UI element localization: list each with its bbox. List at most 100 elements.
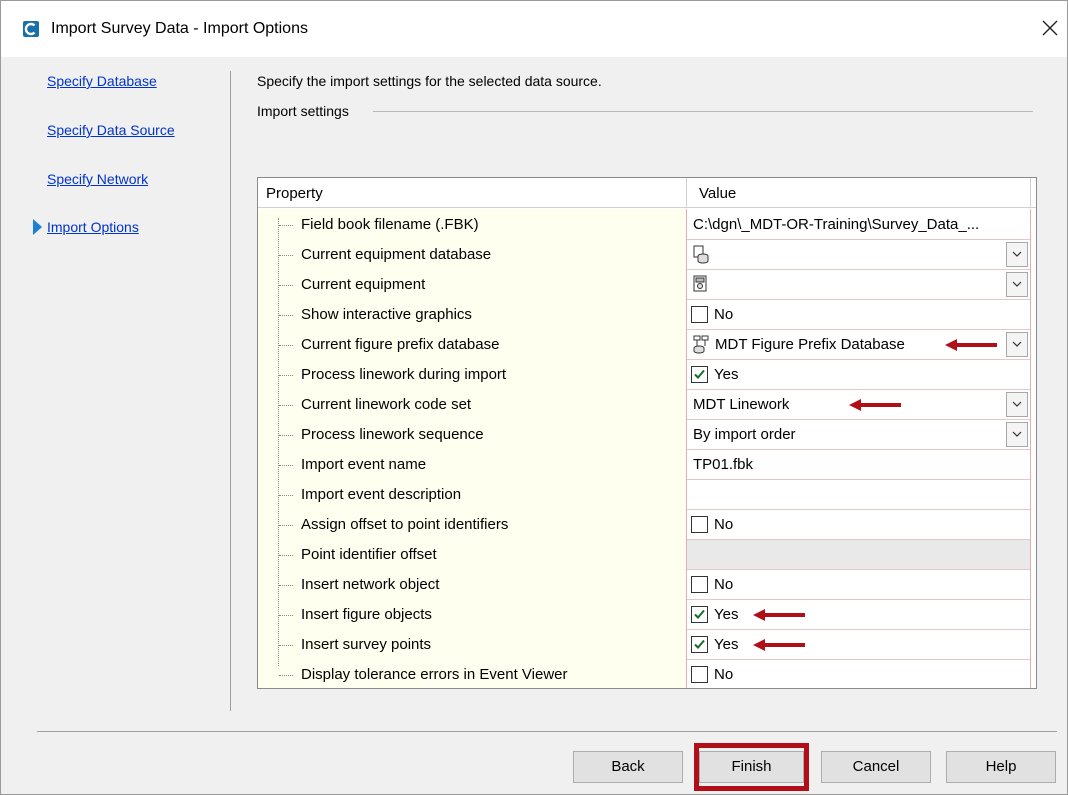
insert-figures-value[interactable]: Yes [687,600,1030,630]
property-label: Assign offset to point identifiers [301,516,509,533]
grid-header: Property Value [258,178,1036,208]
chevron-down-icon[interactable] [1006,392,1028,417]
civil3d-app-icon [23,21,39,37]
chevron-down-icon[interactable] [1006,272,1028,297]
property-label: Current figure prefix database [301,336,500,353]
chevron-down-icon[interactable] [1006,422,1028,447]
annotation-arrow-icon [849,399,901,411]
nav-specify-database[interactable]: Specify Database [47,73,157,89]
group-divider [373,111,1033,112]
interactive-graphics-value[interactable]: No [687,300,1030,330]
value-text: TP01.fbk [693,456,754,473]
grid-row-equipment[interactable]: Current equipment [258,270,1030,300]
grid-row-equipment-database[interactable]: Current equipment database [258,240,1030,270]
insert-network-value[interactable]: No [687,570,1030,600]
close-icon[interactable] [1037,15,1063,41]
footer-divider [37,731,1057,732]
import-survey-dialog: Import Survey Data - Import Options Spec… [0,0,1068,795]
tree-branch [279,315,293,316]
grid-row-linework-sequence[interactable]: Process linework sequence By import orde… [258,420,1030,450]
assign-offset-checkbox[interactable] [691,516,708,533]
value-text: MDT Figure Prefix Database [715,336,905,353]
grid-row-event-name[interactable]: Import event name TP01.fbk [258,450,1030,480]
tree-branch [279,285,293,286]
insert-figures-checkbox[interactable] [691,606,708,623]
dialog-title: Import Survey Data - Import Options [51,20,308,37]
property-label: Current equipment database [301,246,492,263]
property-grid: Property Value Field book filename (.FBK… [257,177,1037,689]
column-separator[interactable] [686,178,687,208]
insert-network-checkbox[interactable] [691,576,708,593]
nav-specify-data-source[interactable]: Specify Data Source [47,122,175,138]
linework-sequence-dropdown[interactable]: By import order [687,420,1030,450]
checkbox-label: No [714,666,734,683]
value-text: C:\dgn\_MDT-OR-Training\Survey_Data_... [693,216,980,233]
property-label: Process linework sequence [301,426,484,443]
assign-offset-value[interactable]: No [687,510,1030,540]
linework-code-set-dropdown[interactable]: MDT Linework [687,390,1030,420]
value-text: MDT Linework [693,396,790,413]
current-step-pointer-icon [33,219,42,235]
equipment-database-dropdown[interactable] [687,240,1030,270]
instruction-text: Specify the import settings for the sele… [257,73,602,89]
figure-prefix-database-dropdown[interactable]: MDT Figure Prefix Database [687,330,1030,360]
checkbox-label: No [714,576,734,593]
grid-row-assign-offset[interactable]: Assign offset to point identifiers No [258,510,1030,540]
nav-import-options[interactable]: Import Options [47,219,139,235]
tolerance-errors-checkbox[interactable] [691,666,708,683]
grid-row-linework-code-set[interactable]: Current linework code set MDT Linework [258,390,1030,420]
field-book-value[interactable]: C:\dgn\_MDT-OR-Training\Survey_Data_... [687,210,1030,240]
interactive-graphics-checkbox[interactable] [691,306,708,323]
tree-branch [279,585,293,586]
equipment-icon [693,275,707,292]
event-description-field[interactable] [687,480,1030,510]
equipment-dropdown[interactable] [687,270,1030,300]
insert-survey-points-value[interactable]: Yes [687,630,1030,660]
grid-row-insert-survey-points[interactable]: Insert survey points Yes [258,630,1030,660]
grid-row-insert-figures[interactable]: Insert figure objects Yes [258,600,1030,630]
nav-specify-network[interactable]: Specify Network [47,171,148,187]
tree-branch [279,645,293,646]
column-header-property[interactable]: Property [266,185,323,202]
checkbox-label: Yes [714,366,739,383]
event-name-field[interactable]: TP01.fbk [687,450,1030,480]
property-label: Insert network object [301,576,440,593]
chevron-down-icon[interactable] [1006,242,1028,267]
equipment-database-icon [693,245,709,264]
insert-survey-points-checkbox[interactable] [691,636,708,653]
annotation-arrow-icon [945,339,997,351]
checkbox-label: No [714,516,734,533]
tree-branch [279,465,293,466]
checkbox-label: Yes [714,636,739,653]
grid-row-tolerance-errors[interactable]: Display tolerance errors in Event Viewer… [258,660,1030,688]
grid-row-insert-network[interactable]: Insert network object No [258,570,1030,600]
grid-row-figure-prefix-database[interactable]: Current figure prefix database MDT Figur… [258,330,1030,360]
grid-row-interactive-graphics[interactable]: Show interactive graphics No [258,300,1030,330]
process-linework-value[interactable]: Yes [687,360,1030,390]
tree-branch [279,375,293,376]
annotation-arrow-icon [753,609,805,621]
wizard-nav: Specify Database Specify Data Source Spe… [1,57,231,717]
finish-highlight-box [694,743,809,791]
property-label: Insert figure objects [301,606,432,623]
property-label: Current linework code set [301,396,472,413]
chevron-down-icon[interactable] [1006,332,1028,357]
tree-branch [279,615,293,616]
tree-branch [279,525,293,526]
process-linework-checkbox[interactable] [691,366,708,383]
grid-row-field-book[interactable]: Field book filename (.FBK) C:\dgn\_MDT-O… [258,210,1030,240]
back-button[interactable]: Back [573,751,683,783]
tree-branch [279,255,293,256]
help-button[interactable]: Help [946,751,1056,783]
property-label: Display tolerance errors in Event Viewer [301,666,568,683]
tolerance-errors-value[interactable]: No [687,660,1030,688]
property-label: Import event name [301,456,427,473]
property-label: Import event description [301,486,462,503]
column-header-value[interactable]: Value [699,185,736,202]
property-label: Insert survey points [301,636,432,653]
tree-branch [279,495,293,496]
grid-row-event-description[interactable]: Import event description [258,480,1030,510]
cancel-button[interactable]: Cancel [821,751,931,783]
property-label: Current equipment [301,276,426,293]
grid-row-process-linework[interactable]: Process linework during import Yes [258,360,1030,390]
